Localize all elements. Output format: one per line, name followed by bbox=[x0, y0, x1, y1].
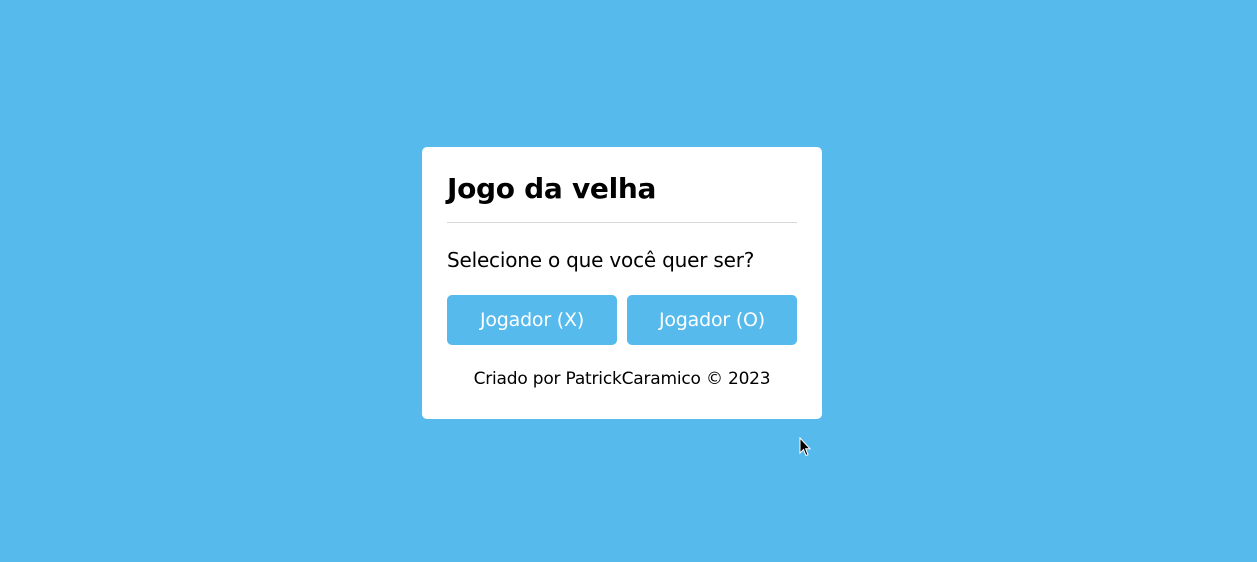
credits-footer: Criado por PatrickCaramico © 2023 bbox=[473, 369, 771, 389]
player-options: Jogador (X) Jogador (O) bbox=[447, 295, 797, 345]
player-x-button[interactable]: Jogador (X) bbox=[447, 295, 617, 345]
mouse-pointer-icon bbox=[799, 437, 811, 457]
select-prompt: Selecione o que você quer ser? bbox=[447, 248, 755, 272]
page: Jogo da velha Selecione o que você quer … bbox=[0, 0, 1257, 562]
page-title: Jogo da velha bbox=[447, 172, 657, 205]
title-divider bbox=[447, 222, 797, 223]
player-select-card: Jogo da velha Selecione o que você quer … bbox=[422, 147, 822, 419]
player-o-button[interactable]: Jogador (O) bbox=[627, 295, 797, 345]
